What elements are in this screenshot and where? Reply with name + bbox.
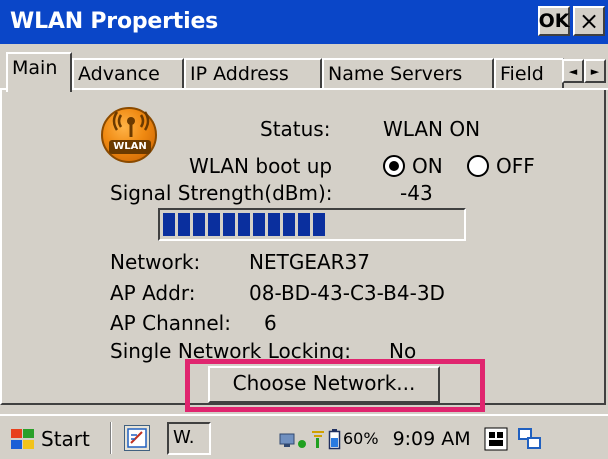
signal-value: -43	[400, 181, 433, 205]
tab-name-servers[interactable]: Name Servers	[322, 58, 494, 90]
taskbar: Start W. 60% 9:09 AM	[0, 414, 608, 459]
tab-ip-address[interactable]: IP Address	[184, 58, 322, 90]
signal-segment	[223, 213, 235, 236]
tab-scroll-left-button[interactable]: ◄	[562, 59, 584, 83]
tab-main[interactable]: Main	[6, 52, 72, 92]
input-method-icon[interactable]	[483, 426, 509, 452]
wireless-signal-icon[interactable]	[308, 428, 328, 450]
network-connection-icon[interactable]	[278, 428, 308, 450]
notes-app-icon[interactable]	[124, 425, 150, 451]
clock[interactable]: 9:09 AM	[393, 428, 471, 450]
title-bar: WLAN Properties OK ×	[0, 0, 608, 44]
radio-off-label: OFF	[496, 154, 535, 178]
ok-button[interactable]: OK	[538, 6, 570, 36]
wlan-icon-label: WLAN	[109, 140, 151, 154]
radio-on[interactable]	[383, 155, 405, 177]
radio-off[interactable]	[467, 155, 489, 177]
signal-segment	[238, 213, 250, 236]
window-title: WLAN Properties	[10, 9, 219, 34]
radio-on-dot	[389, 161, 399, 171]
signal-segment	[178, 213, 190, 236]
ap-channel-label: AP Channel:	[110, 311, 231, 335]
signal-segment	[253, 213, 265, 236]
battery-percent: 60%	[343, 429, 379, 448]
signal-segment	[163, 213, 175, 236]
signal-segment	[313, 213, 325, 236]
ap-addr-value: 08-BD-43-C3-B4-3D	[249, 281, 445, 305]
radio-on-label: ON	[412, 154, 443, 178]
status-label: Status:	[260, 117, 331, 141]
tab-scroll-right-button[interactable]: ►	[584, 59, 606, 83]
start-button[interactable]: Start	[3, 422, 96, 456]
signal-segment	[298, 213, 310, 236]
network-label: Network:	[110, 250, 201, 274]
locking-label: Single Network Locking:	[110, 339, 351, 363]
tab-divider	[0, 88, 608, 90]
signal-segment	[268, 213, 280, 236]
ap-channel-value: 6	[264, 311, 277, 335]
signal-label: Signal Strength(dBm):	[110, 181, 333, 205]
signal-segment	[208, 213, 220, 236]
start-label: Start	[41, 427, 90, 451]
tab-field[interactable]: Field	[494, 58, 564, 90]
wlan-icon: WLAN	[101, 107, 157, 163]
tab-advance[interactable]: Advance	[72, 58, 184, 90]
battery-icon[interactable]	[328, 428, 342, 450]
choose-network-button[interactable]: Choose Network...	[208, 366, 440, 403]
system-tray: 60% 9:09 AM	[278, 422, 608, 455]
signal-strength-bar	[158, 208, 466, 241]
bootup-label: WLAN boot up	[189, 154, 333, 178]
signal-segment	[193, 213, 205, 236]
tab-bar: Main Advance IP Address Name Servers Fie…	[0, 50, 608, 92]
locking-value: No	[389, 339, 417, 363]
desktop-switch-icon[interactable]	[517, 426, 543, 452]
taskbar-item-w[interactable]: W.	[167, 422, 211, 455]
network-value: NETGEAR37	[249, 250, 370, 274]
taskbar-separator	[110, 422, 112, 454]
ap-addr-label: AP Addr:	[110, 281, 196, 305]
close-button[interactable]: ×	[573, 6, 605, 36]
signal-strength-fill	[163, 213, 461, 236]
signal-segment	[283, 213, 295, 236]
status-value: WLAN ON	[383, 117, 481, 141]
windows-flag-icon	[9, 428, 35, 450]
